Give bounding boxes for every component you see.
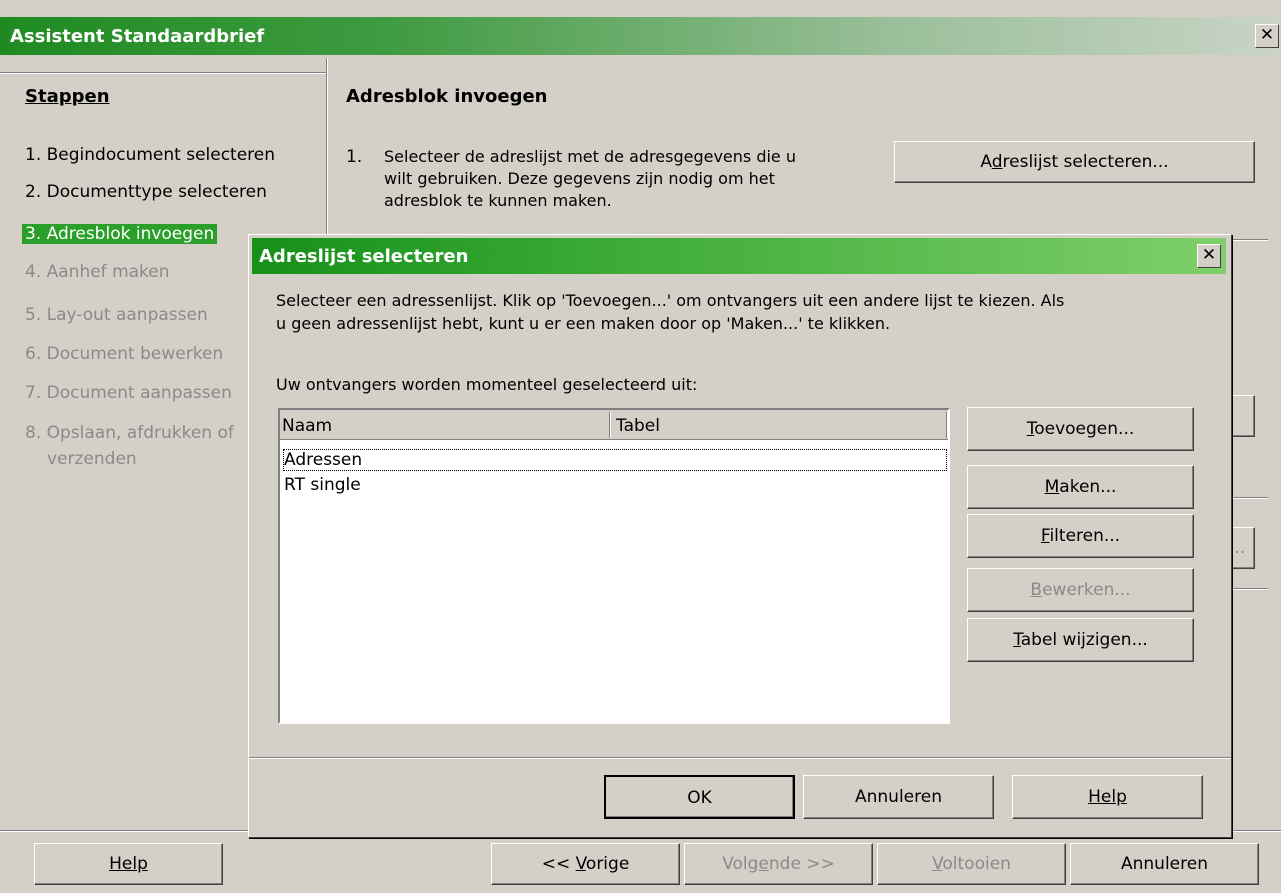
step-description-line-3: adresblok te kunnen maken.: [384, 191, 612, 210]
main-divider: [1228, 239, 1268, 241]
finish-button: Voltooien: [877, 843, 1066, 885]
table-row[interactable]: RT single: [284, 475, 946, 495]
step-description: Selecteer de adreslijst met de adresgege…: [384, 146, 796, 212]
filter-button[interactable]: Filteren...: [967, 514, 1194, 558]
page-title: Adresblok invoegen: [346, 86, 548, 107]
dialog-cancel-button[interactable]: Annuleren: [803, 775, 994, 819]
step-description-line-2: wilt gebruiken. Deze gegevens zijn nodig…: [384, 169, 775, 188]
sidebar-step-2[interactable]: 2. Documenttype selecteren: [25, 182, 267, 202]
select-address-list-button[interactable]: Adreslijst selecteren...: [894, 141, 1255, 183]
cell-naam: Adressen: [284, 450, 363, 470]
previous-button[interactable]: << Vorige: [491, 843, 680, 885]
sidebar-top-divider: [0, 72, 327, 74]
edit-button: Bewerken...: [967, 568, 1194, 612]
sidebar-step-1[interactable]: 1. Begindocument selecteren: [25, 145, 275, 165]
sidebar-step-7: 7. Document aanpassen: [25, 383, 232, 403]
change-table-button[interactable]: Tabel wijzigen...: [967, 618, 1194, 662]
sidebar-step-4: 4. Aanhef maken: [25, 262, 170, 282]
sidebar-heading: Stappen: [25, 86, 110, 107]
window-title: Assistent Standaardbrief: [10, 26, 265, 47]
table-header: Naam Tabel: [280, 410, 948, 440]
address-list-dialog: Adreslijst selecteren ✕ Selecteer een ad…: [248, 234, 1232, 838]
ok-button[interactable]: OK: [604, 775, 795, 819]
sidebar-step-8: 8. Opslaan, afdrukken of: [25, 423, 234, 443]
sidebar-step-3[interactable]: 3. Adresblok invoegen: [22, 224, 218, 244]
address-list-table[interactable]: Naam Tabel Adressen RT single: [278, 408, 950, 724]
add-button[interactable]: Toevoegen...: [967, 407, 1194, 451]
dialog-title: Adreslijst selecteren: [259, 246, 469, 267]
main-divider-2: [1228, 497, 1268, 499]
current-source-label: Uw ontvangers worden momenteel geselecte…: [276, 375, 698, 394]
sidebar-step-5: 5. Lay-out aanpassen: [25, 305, 208, 325]
step-number: 1.: [346, 147, 363, 167]
next-button: Volgende >>: [684, 843, 873, 885]
cell-naam: RT single: [284, 475, 361, 495]
column-divider[interactable]: [609, 412, 611, 438]
dialog-footer-divider: [249, 757, 1231, 759]
column-divider-end: [946, 412, 948, 438]
sidebar-step-6: 6. Document bewerken: [25, 344, 224, 364]
footer-help-button[interactable]: Help: [34, 843, 223, 885]
dialog-close-button[interactable]: ✕: [1197, 244, 1221, 268]
main-divider-3: [1228, 588, 1268, 590]
dialog-description-line-2: u geen adressenlijst hebt, kunt u er een…: [276, 314, 891, 333]
dialog-description: Selecteer een adressenlijst. Klik op 'To…: [276, 289, 1064, 335]
dialog-description-line-1: Selecteer een adressenlijst. Klik op 'To…: [276, 291, 1065, 310]
sidebar-step-8-cont: verzenden: [47, 449, 137, 469]
column-header-naam[interactable]: Naam: [282, 416, 332, 436]
create-button[interactable]: Maken...: [967, 465, 1194, 509]
step-description-line-1: Selecteer de adreslijst met de adresgege…: [384, 147, 796, 166]
footer-cancel-button[interactable]: Annuleren: [1070, 843, 1259, 885]
column-header-tabel[interactable]: Tabel: [616, 416, 660, 436]
table-row[interactable]: Adressen: [283, 449, 947, 471]
dialog-help-button[interactable]: Help: [1012, 775, 1203, 819]
window-close-button[interactable]: ✕: [1255, 24, 1279, 48]
